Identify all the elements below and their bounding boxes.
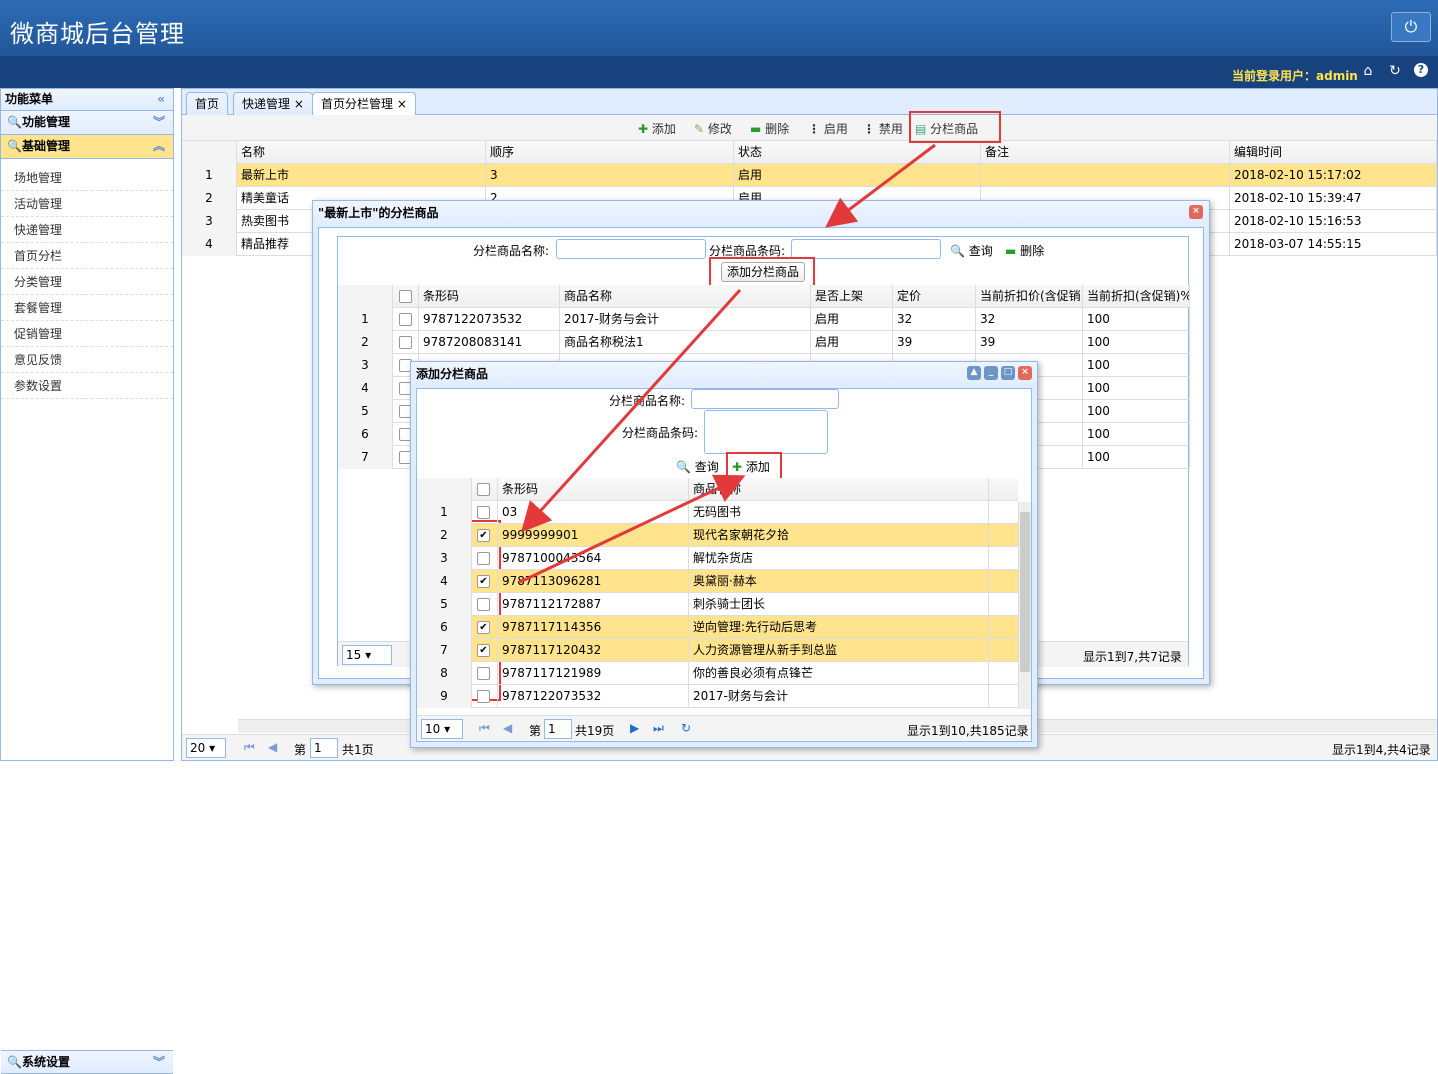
search-icon: 🔍 [7,1055,22,1069]
sidebar-group-label: 系统设置 [21,1055,70,1069]
arrow-3 [519,474,746,584]
chevron-down-icon: ︾ [152,1055,165,1069]
arrow-1 [825,143,936,228]
annotation-arrows [519,143,936,584]
sidebar-group-system[interactable]: 🔍系统设置 ︾ [1,1050,173,1074]
